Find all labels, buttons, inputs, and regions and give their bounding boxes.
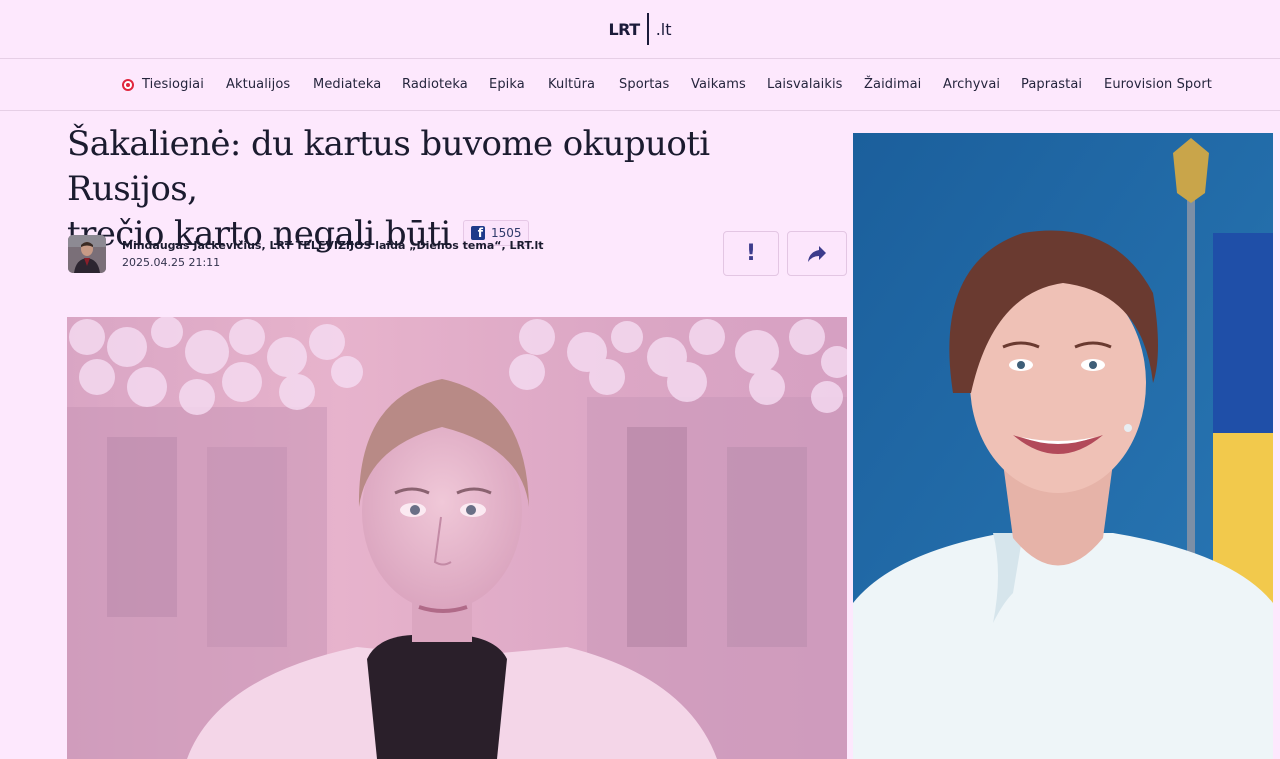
side-photo[interactable] bbox=[853, 133, 1273, 759]
main-photo-image bbox=[67, 317, 847, 759]
author-avatar[interactable] bbox=[68, 235, 106, 273]
article-author[interactable]: Mindaugas Jackevičius, LRT TELEVIZIJOS l… bbox=[122, 239, 544, 252]
article-date: 2025.04.25 21:11 bbox=[122, 256, 221, 269]
nav-item-tiesiogiai[interactable]: Tiesiogiai bbox=[142, 77, 204, 92]
site-header: LRT .lt bbox=[0, 0, 1280, 59]
nav-item-radioteka[interactable]: Radioteka bbox=[402, 77, 468, 92]
live-dot-icon bbox=[122, 79, 134, 91]
nav-item-archyvai[interactable]: Archyvai bbox=[943, 77, 1000, 92]
share-arrow-icon bbox=[808, 245, 826, 262]
nav-item-mediateka[interactable]: Mediateka bbox=[313, 77, 381, 92]
nav-item-paprastai[interactable]: Paprastai bbox=[1021, 77, 1082, 92]
nav-item-aktualijos[interactable]: Aktualijos bbox=[226, 77, 290, 92]
nav-item-vaikams[interactable]: Vaikams bbox=[691, 77, 746, 92]
nav-item-laisvalaikis[interactable]: Laisvalaikis bbox=[767, 77, 843, 92]
share-button[interactable] bbox=[787, 231, 847, 276]
facebook-icon: f bbox=[470, 226, 485, 240]
side-photo-image bbox=[853, 133, 1273, 759]
nav-item-kultura[interactable]: Kultūra bbox=[548, 77, 595, 92]
logo-lrt: LRT bbox=[608, 19, 640, 39]
nav-item-zaidimai[interactable]: Žaidimai bbox=[864, 77, 921, 92]
logo-domain: .lt bbox=[655, 19, 672, 39]
nav-item-epika[interactable]: Epika bbox=[489, 77, 525, 92]
nav-item-eurovision-sport[interactable]: Eurovision Sport bbox=[1104, 77, 1212, 92]
article-main-photo[interactable] bbox=[67, 317, 847, 759]
article-title: Šakalienė: du kartus buvome okupuoti Rus… bbox=[67, 122, 827, 257]
article-title-line1: Šakalienė: du kartus buvome okupuoti Rus… bbox=[67, 124, 710, 209]
report-icon: ! bbox=[745, 241, 757, 266]
avatar-image bbox=[68, 235, 106, 273]
nav-item-sportas[interactable]: Sportas bbox=[619, 77, 669, 92]
site-logo[interactable]: LRT .lt bbox=[608, 13, 672, 45]
report-error-button[interactable]: ! bbox=[723, 231, 779, 276]
